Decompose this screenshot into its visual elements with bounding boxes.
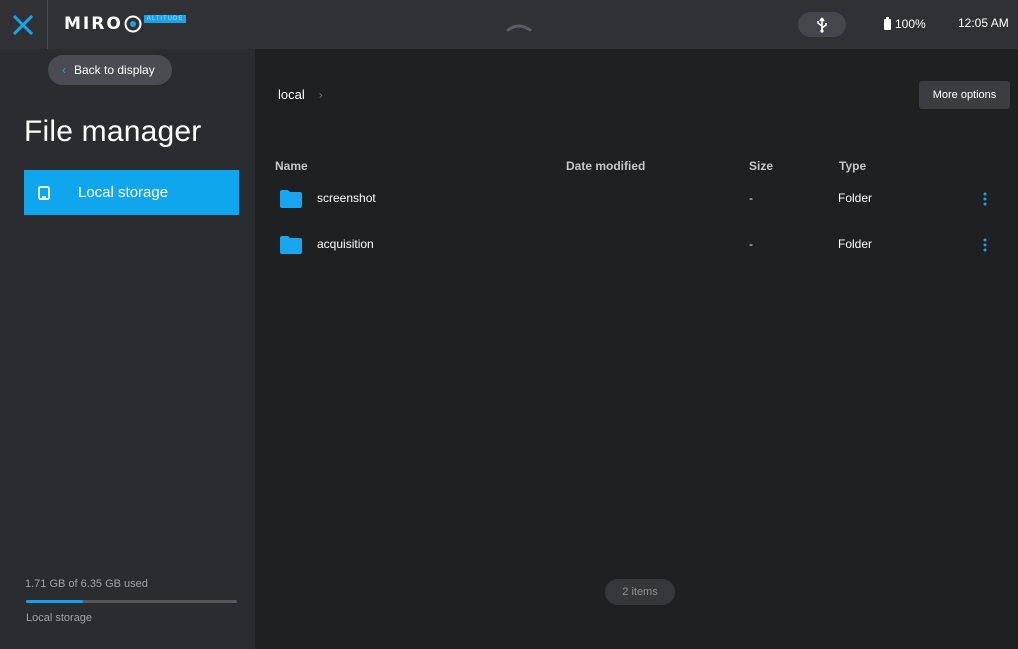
file-type: Folder <box>838 191 873 205</box>
storage-usage-fill <box>26 600 83 603</box>
chevron-up-icon[interactable] <box>506 20 532 32</box>
items-count-badge: 2 items <box>605 579 675 605</box>
chevron-left-icon: ‹ <box>62 63 66 77</box>
storage-usage-text: 1.71 GB of 6.35 GB used <box>25 578 148 590</box>
file-name: screenshot <box>317 191 376 205</box>
storage-usage-label: Local storage <box>26 612 93 624</box>
file-size: - <box>749 237 753 251</box>
usb-status-button[interactable] <box>798 12 846 37</box>
storage-usage-bar <box>26 600 237 603</box>
close-icon <box>12 14 34 36</box>
logo-lens-icon <box>124 15 142 33</box>
file-type: Folder <box>838 237 873 251</box>
battery-icon <box>884 16 891 30</box>
table-row[interactable]: acquisition - Folder <box>255 225 1018 265</box>
sidebar-item-label: Local storage <box>78 184 169 201</box>
more-options-button[interactable]: More options <box>919 81 1010 109</box>
back-to-display-button[interactable]: ‹ Back to display <box>48 55 172 85</box>
kebab-menu-icon[interactable] <box>982 192 988 206</box>
table-row[interactable]: screenshot - Folder <box>255 179 1018 219</box>
folder-icon <box>280 190 302 208</box>
sidebar: ‹ Back to display File manager Local sto… <box>0 49 255 649</box>
sidebar-item-local-storage[interactable]: Local storage <box>24 170 239 215</box>
breadcrumb: local › <box>278 87 323 102</box>
divider <box>47 0 48 49</box>
folder-icon <box>280 236 302 254</box>
kebab-menu-icon[interactable] <box>982 238 988 252</box>
battery-status: 100% <box>884 16 926 32</box>
file-name: acquisition <box>317 237 374 251</box>
page-title: File manager <box>24 115 202 148</box>
column-header-date-modified[interactable]: Date modified <box>566 159 645 173</box>
battery-level: 100% <box>895 17 926 31</box>
usb-icon <box>817 17 827 33</box>
column-header-size[interactable]: Size <box>749 159 773 173</box>
logo-badge: ALTITUDE <box>143 15 187 23</box>
breadcrumb-item-local[interactable]: local <box>278 87 305 102</box>
miro-logo: MIRO ALTITUDE <box>64 12 187 36</box>
file-size: - <box>749 191 753 205</box>
clock: 12:05 AM <box>958 16 1009 30</box>
column-header-type[interactable]: Type <box>839 159 866 173</box>
close-button[interactable] <box>10 12 36 38</box>
column-header-name[interactable]: Name <box>275 159 308 173</box>
back-button-label: Back to display <box>74 63 155 77</box>
chevron-right-icon: › <box>318 87 323 102</box>
file-list-panel: local › More options Name Date modified … <box>255 49 1018 649</box>
tablet-icon <box>38 185 50 200</box>
top-bar: MIRO ALTITUDE 100% 12:05 AM <box>0 0 1018 49</box>
logo-text: MIRO <box>64 14 123 34</box>
